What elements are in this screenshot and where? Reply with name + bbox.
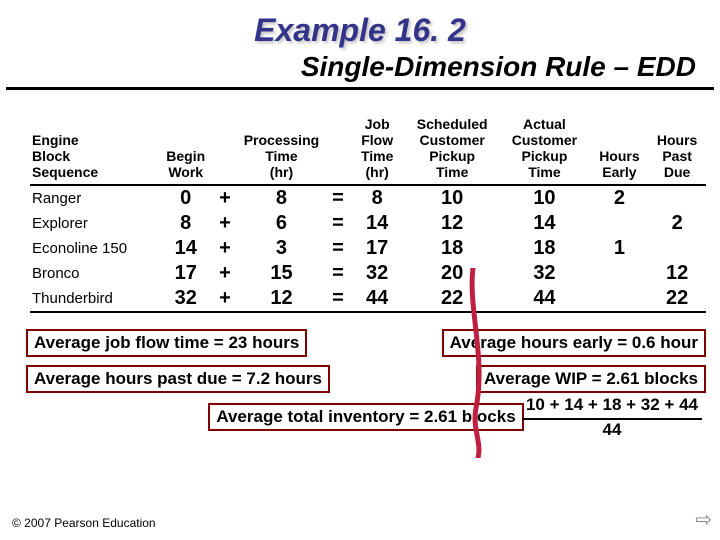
cell-flow: 44 [348,286,406,312]
avg-flow-box: Average job flow time = 23 hours [26,329,307,357]
col-early: Hours Early [591,116,649,185]
cell-proc: 12 [235,286,327,312]
col-flow: Job Flow Time (hr) [348,116,406,185]
table-row: Explorer8+6=1412142 [30,211,706,236]
cell-actual: 44 [498,286,590,312]
cell-begin: 14 [157,236,215,261]
col-past: Hours Past Due [648,116,706,185]
cell-sched: 22 [406,286,498,312]
cell-engine: Thunderbird [30,286,157,312]
cell-engine: Bronco [30,261,157,286]
cell-plus: + [215,185,236,211]
cell-flow: 32 [348,261,406,286]
cell-eq: = [328,211,349,236]
cell-actual: 32 [498,261,590,286]
data-table-wrap: Engine Block Sequence Begin Work Process… [0,90,720,319]
cell-past: 12 [648,261,706,286]
col-eq [328,116,349,185]
cell-early: 1 [591,236,649,261]
cell-proc: 6 [235,211,327,236]
calc-fraction: 10 + 14 + 18 + 32 + 44 44 + 44 [522,395,702,440]
cell-early [591,286,649,312]
cell-actual: 18 [498,236,590,261]
cell-eq: = [328,185,349,211]
col-engine: Engine Block Sequence [30,116,157,185]
col-plus [215,116,236,185]
cell-plus: + [215,211,236,236]
cell-past: 22 [648,286,706,312]
cell-sched: 12 [406,211,498,236]
cell-engine: Explorer [30,211,157,236]
cell-sched: 20 [406,261,498,286]
next-arrow-icon[interactable]: ⇨ [695,507,712,532]
cell-sched: 10 [406,185,498,211]
cell-plus: + [215,286,236,312]
slide-subtitle: Single-Dimension Rule – EDD [6,49,714,90]
calc-numerator: 10 + 14 + 18 + 32 + 44 [522,395,702,419]
col-proc: Processing Time (hr) [235,116,327,185]
table-row: Ranger0+8=810102 [30,185,706,211]
table-row: Econoline 15014+3=1718181 [30,236,706,261]
cell-engine: Econoline 150 [30,236,157,261]
col-begin: Begin Work [157,116,215,185]
cell-early [591,261,649,286]
cell-past: 2 [648,211,706,236]
cell-plus: + [215,236,236,261]
cell-proc: 8 [235,185,327,211]
avg-wip-box: Average WIP = 2.61 blocks [476,365,706,393]
calc-denominator: 44 [522,420,702,440]
avg-early-box: Average hours early = 0.6 hour [442,329,706,357]
cell-actual: 14 [498,211,590,236]
cell-proc: 3 [235,236,327,261]
cell-flow: 17 [348,236,406,261]
cell-eq: = [328,236,349,261]
cell-past [648,185,706,211]
cell-eq: = [328,286,349,312]
cell-sched: 18 [406,236,498,261]
table-row: Bronco17+15=32203212 [30,261,706,286]
data-table: Engine Block Sequence Begin Work Process… [30,116,706,313]
cell-plus: + [215,261,236,286]
cell-begin: 17 [157,261,215,286]
avg-total-box: Average total inventory = 2.61 blocks [208,403,523,431]
summary-area: Average job flow time = 23 hours Average… [0,319,720,435]
cell-flow: 8 [348,185,406,211]
copyright-text: © 2007 Pearson Education [12,516,156,530]
col-actual: Actual Customer Pickup Time [498,116,590,185]
cell-early: 2 [591,185,649,211]
cell-proc: 15 [235,261,327,286]
cell-early [591,211,649,236]
cell-actual: 10 [498,185,590,211]
cell-flow: 14 [348,211,406,236]
cell-engine: Ranger [30,185,157,211]
cell-begin: 32 [157,286,215,312]
cell-begin: 0 [157,185,215,211]
avg-past-box: Average hours past due = 7.2 hours [26,365,330,393]
table-row: Thunderbird32+12=44224422 [30,286,706,312]
cell-eq: = [328,261,349,286]
cell-begin: 8 [157,211,215,236]
cell-past [648,236,706,261]
slide-title: Example 16. 2 [0,0,720,49]
col-sched: Scheduled Customer Pickup Time [406,116,498,185]
